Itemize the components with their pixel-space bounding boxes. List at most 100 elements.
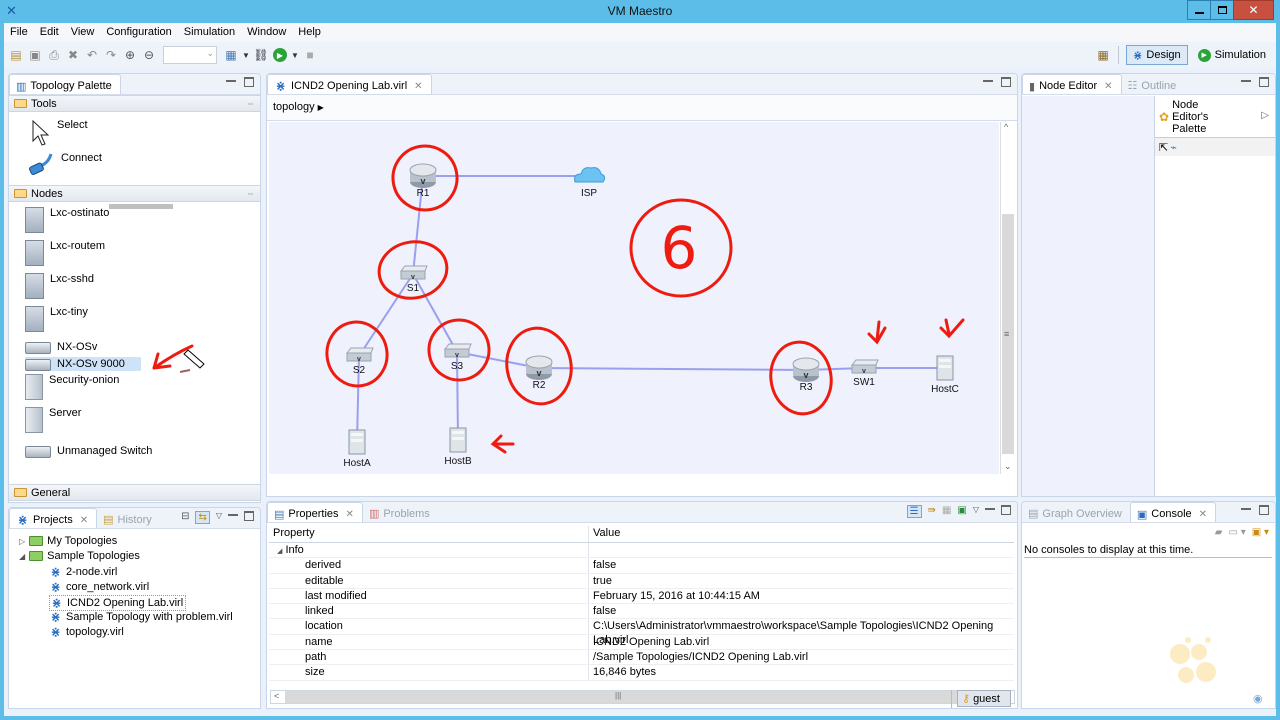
minimize-view-icon[interactable] (228, 514, 238, 524)
minimize-view-icon[interactable] (1241, 508, 1251, 518)
pin-view-icon[interactable]: ▣ (957, 505, 966, 518)
link-S1-S3[interactable] (412, 273, 458, 353)
view-menu-icon[interactable]: ▽ (973, 505, 979, 518)
close-tab-icon[interactable]: ✕ (1104, 81, 1112, 92)
pin-icon[interactable]: ⇔ (246, 98, 255, 108)
design-perspective-button[interactable]: ⋇ Design (1126, 45, 1188, 65)
menu-help[interactable]: Help (292, 23, 327, 42)
drawer-general[interactable]: General (9, 484, 260, 501)
user-status-button[interactable]: ⚷ guest (957, 690, 1011, 707)
table-row[interactable]: derived false (269, 558, 1014, 574)
tab-node-editor[interactable]: ▮ Node Editor ✕ (1022, 74, 1122, 94)
tree-item-file[interactable]: ⋇ Sample Topology with problem.virl (49, 610, 232, 624)
simulation-perspective-button[interactable]: ▶ Simulation (1192, 45, 1272, 65)
tree-item-file[interactable]: ⋇ topology.virl (49, 625, 123, 639)
node-s1[interactable]: v S1 (399, 265, 428, 294)
tree-item-file[interactable]: ⋇ core_network.virl (49, 580, 149, 594)
menu-edit[interactable]: Edit (34, 23, 65, 42)
maximize-view-icon[interactable] (1259, 505, 1269, 515)
pin-icon[interactable]: ⇔ (246, 188, 255, 198)
node-r2[interactable]: v R2 (525, 355, 553, 391)
connect-tool-icon[interactable]: ⌁ (1170, 141, 1177, 154)
open-console-icon[interactable]: ▣ ▾ (1252, 527, 1269, 538)
node-isp[interactable]: ISP (574, 167, 606, 199)
build-icon[interactable]: ⛓ (253, 47, 269, 63)
tree-item-file-selected[interactable]: ⋇ ICND2 Opening Lab.virl (49, 595, 187, 611)
collapse-all-icon[interactable]: ⊟ (181, 511, 189, 524)
node-s2[interactable]: v S2 (345, 347, 374, 376)
redo-icon[interactable]: ↷ (103, 47, 119, 63)
collapse-icon[interactable]: ◢ (19, 552, 25, 561)
drawer-tools[interactable]: Tools ⇔ (9, 95, 260, 112)
expand-palette-icon[interactable]: ▷ (1261, 110, 1269, 121)
drawer-nodes[interactable]: Nodes ⇔ (9, 185, 260, 202)
maximize-button[interactable] (1210, 0, 1234, 20)
tab-topology-palette[interactable]: ▥ Topology Palette (9, 74, 121, 94)
table-row[interactable]: linked false (269, 604, 1014, 620)
node-s3[interactable]: v S3 (443, 343, 472, 372)
palette-tool-select[interactable]: Select (31, 119, 88, 147)
view-menu-icon[interactable]: ▽ (216, 511, 222, 524)
node-hosta[interactable]: HostA (343, 429, 371, 469)
tree-item-sample-topologies[interactable]: ◢ Sample Topologies (19, 550, 140, 562)
tree-item-file[interactable]: ⋇ 2-node.virl (49, 565, 117, 579)
table-row-group[interactable]: ◢ Info (269, 543, 1014, 559)
expand-icon[interactable]: ▷ (19, 537, 25, 546)
scroll-up-icon[interactable]: ^ (1004, 122, 1008, 132)
table-row[interactable]: location C:\Users\Administrator\vmmaestro… (269, 619, 1014, 646)
palette-tool-connect[interactable]: Connect (27, 152, 102, 178)
select-tool-icon[interactable]: ⇱ (1159, 141, 1168, 154)
zoom-in-icon[interactable]: ⊕ (122, 47, 138, 63)
delete-icon[interactable]: ✖ (65, 47, 81, 63)
menu-file[interactable]: File (4, 23, 34, 42)
menu-window[interactable]: Window (241, 23, 292, 42)
tab-history[interactable]: ▤ History (97, 508, 160, 528)
node-editor-palette-header[interactable]: ✿ Node Editor's Palette ▷ (1155, 96, 1275, 138)
link-with-editor-icon[interactable]: ⇆ (195, 511, 210, 524)
column-header-value[interactable]: Value (589, 526, 1014, 542)
layout-icon[interactable]: ▦ (223, 47, 239, 63)
palette-node-lxc-sshd[interactable]: Lxc-sshd (25, 273, 94, 299)
node-sw1[interactable]: v SW1 (850, 359, 879, 388)
scroll-up-handle[interactable] (109, 204, 173, 209)
table-row[interactable]: name ICND2 Opening Lab.virl (269, 634, 1014, 651)
table-row[interactable]: editable true (269, 573, 1014, 589)
maximize-view-icon[interactable] (244, 77, 254, 87)
palette-node-lxc-ostinato[interactable]: Lxc-ostinato (25, 207, 109, 233)
zoom-combo[interactable]: ⌄ (163, 46, 217, 64)
stop-icon[interactable]: ■ (302, 47, 318, 63)
close-tab-icon[interactable]: ✕ (80, 515, 88, 526)
maximize-view-icon[interactable] (244, 511, 254, 521)
palette-node-nx-osv-9000[interactable]: NX-OSv 9000 (25, 357, 141, 371)
vertical-scrollbar[interactable]: ^ ≡ ⌄ (1000, 122, 1014, 474)
tab-properties[interactable]: ▤ Properties ✕ (267, 502, 363, 522)
node-r3[interactable]: v R3 (792, 357, 820, 393)
dropdown-arrow-icon[interactable]: ▼ (242, 47, 250, 63)
zoom-out-icon[interactable]: ⊖ (141, 47, 157, 63)
node-r1[interactable]: v R1 (409, 163, 437, 199)
tab-icnd2-opening-lab[interactable]: ⋇ ICND2 Opening Lab.virl ✕ (267, 74, 432, 94)
undo-icon[interactable]: ↶ (84, 47, 100, 63)
fast-view-icon[interactable]: ◉ (1253, 692, 1263, 705)
column-header-property[interactable]: Property (269, 526, 589, 542)
open-perspective-icon[interactable]: ▦ (1095, 47, 1111, 63)
tree-item-my-topologies[interactable]: ▷ My Topologies (19, 535, 117, 547)
show-categories-icon[interactable]: ☰ (906, 505, 922, 518)
scroll-thumb[interactable]: ≡ (1002, 214, 1014, 454)
menu-simulation[interactable]: Simulation (178, 23, 241, 42)
menu-configuration[interactable]: Configuration (100, 23, 177, 42)
close-button[interactable]: ✕ (1233, 0, 1274, 20)
close-tab-icon[interactable]: ✕ (414, 81, 422, 92)
print-icon[interactable]: ⎙ (46, 47, 62, 63)
dropdown-arrow-icon[interactable]: ▼ (291, 47, 299, 63)
palette-node-nx-osv[interactable]: NX-OSv (25, 340, 97, 354)
tab-console[interactable]: ▣ Console ✕ (1129, 502, 1217, 522)
palette-node-lxc-tiny[interactable]: Lxc-tiny (25, 306, 88, 332)
close-tab-icon[interactable]: ✕ (1199, 509, 1207, 520)
topology-canvas[interactable]: v R1 ISP v S1 v S2 v S3 v R2 v R3 v SW1 HostA HostB HostC… (269, 122, 999, 474)
palette-node-security-onion[interactable]: Security-onion (25, 374, 119, 400)
minimize-view-icon[interactable] (1241, 80, 1251, 90)
minimize-view-icon[interactable] (985, 508, 995, 518)
new-icon[interactable]: ▤ (8, 47, 24, 63)
tab-outline[interactable]: ☷ Outline (1122, 74, 1185, 94)
